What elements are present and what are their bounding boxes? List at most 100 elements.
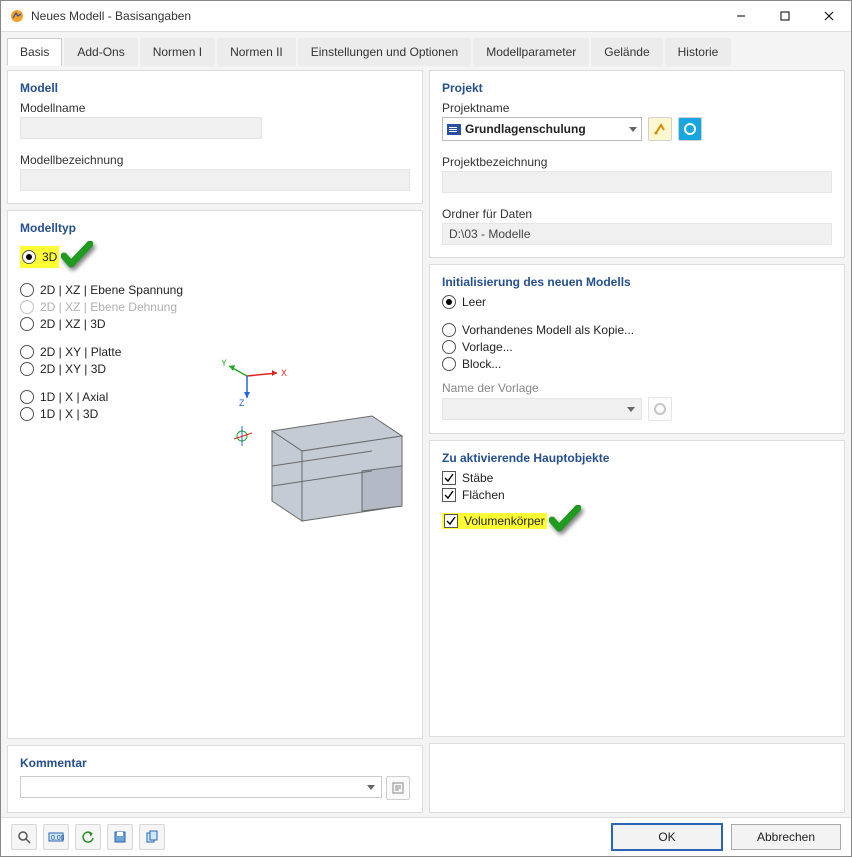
modellbezeichnung-input[interactable] (20, 169, 410, 191)
tool-search-button[interactable] (11, 824, 37, 850)
radio-init-leer[interactable]: Leer (442, 295, 832, 309)
checkbox-label: Volumenkörper (464, 514, 545, 528)
radio-2d-xz-3d[interactable]: 2D | XZ | 3D (20, 317, 410, 331)
template-cloud-button (648, 397, 672, 421)
projektbezeichnung-input[interactable] (442, 171, 832, 193)
tab-einstellungen[interactable]: Einstellungen und Optionen (298, 38, 471, 66)
radio-3d-wrapper: 3D (20, 241, 410, 272)
panel-initialisierung: Initialisierung des neuen Modells Leer V… (429, 264, 845, 434)
modelltyp-illustration: X Y Z (222, 351, 412, 541)
panel-empty-bottom (429, 743, 845, 813)
radio-3d[interactable]: 3D (22, 250, 57, 264)
dialog-footer: 0.00 OK Abbrechen (1, 817, 851, 856)
tool-copy-button[interactable] (139, 824, 165, 850)
checkbox-staebe[interactable]: Stäbe (442, 471, 832, 485)
radio-label: Vorlage... (462, 340, 513, 354)
radio-icon (20, 300, 34, 314)
template-label: Name der Vorlage (442, 381, 832, 395)
minimize-button[interactable] (719, 1, 763, 31)
panel-hauptobjekte: Zu aktivierende Hauptobjekte Stäbe Fläch… (429, 440, 845, 737)
panel-title-kommentar: Kommentar (20, 756, 410, 770)
radio-icon (20, 317, 34, 331)
radio-icon (20, 407, 34, 421)
checkbox-volumenkoerper[interactable]: Volumenkörper (444, 514, 545, 528)
app-window: Neues Modell - Basisangaben Basis Add-On… (0, 0, 852, 857)
panel-title-objects: Zu aktivierende Hauptobjekte (442, 451, 832, 465)
checkbox-icon (442, 471, 456, 485)
checkbox-volumenkoerper-wrapper: Volumenkörper (442, 505, 832, 536)
radio-label: 1D | X | Axial (40, 390, 108, 404)
left-column: Modell Modellname Modellbezeichnung Mode… (7, 70, 423, 813)
window-title: Neues Modell - Basisangaben (31, 9, 719, 23)
chevron-down-icon (629, 127, 637, 132)
radio-label: 1D | X | 3D (40, 407, 98, 421)
panel-title-projekt: Projekt (442, 81, 832, 95)
radio-init-vorlage[interactable]: Vorlage... (442, 340, 832, 354)
checkbox-label: Flächen (462, 488, 505, 502)
right-column: Projekt Projektname Grundlagenschulung (429, 70, 845, 813)
radio-init-kopie[interactable]: Vorhandenes Modell als Kopie... (442, 323, 832, 337)
radio-icon (442, 323, 456, 337)
checkmark-icon (549, 505, 581, 536)
footer-tools: 0.00 (11, 824, 611, 850)
panel-modell: Modell Modellname Modellbezeichnung (7, 70, 423, 204)
radio-label: 2D | XY | 3D (40, 362, 106, 376)
content-columns: Modell Modellname Modellbezeichnung Mode… (7, 70, 845, 813)
cancel-button[interactable]: Abbrechen (731, 824, 841, 850)
radio-icon (20, 362, 34, 376)
radio-label: Block... (462, 357, 501, 371)
radio-init-block[interactable]: Block... (442, 357, 832, 371)
tab-basis[interactable]: Basis (7, 38, 62, 66)
folder-label: Ordner für Daten (442, 207, 832, 221)
svg-text:Z: Z (239, 398, 245, 408)
modellbezeichnung-label: Modellbezeichnung (20, 153, 410, 167)
radio-2d-xz-spannung[interactable]: 2D | XZ | Ebene Spannung (20, 283, 410, 297)
template-select (442, 398, 642, 420)
tab-normen-1[interactable]: Normen I (140, 38, 215, 66)
checkbox-icon (442, 488, 456, 502)
kommentar-input[interactable] (20, 776, 382, 798)
tool-units-button[interactable]: 0.00 (43, 824, 69, 850)
tab-normen-2[interactable]: Normen II (217, 38, 296, 66)
modellname-input[interactable] (20, 117, 262, 139)
dialog-body: Basis Add-Ons Normen I Normen II Einstel… (1, 32, 851, 817)
svg-text:X: X (281, 368, 287, 378)
project-manager-button[interactable] (648, 117, 672, 141)
radio-icon (20, 390, 34, 404)
radio-icon (20, 345, 34, 359)
chevron-down-icon (627, 407, 635, 412)
radio-3d-highlight: 3D (20, 246, 59, 268)
maximize-button[interactable] (763, 1, 807, 31)
projektname-row: Grundlagenschulung (442, 117, 832, 141)
radio-label: Vorhandenes Modell als Kopie... (462, 323, 634, 337)
projektname-select[interactable]: Grundlagenschulung (442, 117, 642, 141)
panel-kommentar: Kommentar (7, 745, 423, 813)
project-cloud-button[interactable] (678, 117, 702, 141)
tab-gelaende[interactable]: Gelände (591, 38, 662, 66)
tool-save-button[interactable] (107, 824, 133, 850)
panel-projekt: Projekt Projektname Grundlagenschulung (429, 70, 845, 258)
close-button[interactable] (807, 1, 851, 31)
panel-title-modelltyp: Modelltyp (20, 221, 410, 235)
tab-historie[interactable]: Historie (665, 38, 732, 66)
ok-button[interactable]: OK (611, 823, 723, 851)
tab-add-ons[interactable]: Add-Ons (64, 38, 137, 66)
checkbox-label: Stäbe (462, 471, 493, 485)
folder-value: D:\03 - Modelle (442, 223, 832, 245)
tool-refresh-button[interactable] (75, 824, 101, 850)
svg-text:0.00: 0.00 (51, 835, 64, 842)
project-icon (447, 124, 461, 135)
projektname-label: Projektname (442, 101, 832, 115)
kommentar-edit-button[interactable] (386, 776, 410, 800)
radio-label: 2D | XZ | Ebene Spannung (40, 283, 183, 297)
radio-icon (442, 340, 456, 354)
checkbox-volumenkoerper-highlight: Volumenkörper (442, 513, 547, 529)
template-row (442, 397, 832, 421)
tab-modellparameter[interactable]: Modellparameter (473, 38, 589, 66)
kommentar-field-row (20, 776, 410, 800)
projektbezeichnung-label: Projektbezeichnung (442, 155, 832, 169)
checkbox-icon (444, 514, 458, 528)
panel-title-init: Initialisierung des neuen Modells (442, 275, 832, 289)
titlebar: Neues Modell - Basisangaben (1, 1, 851, 32)
checkbox-flaechen[interactable]: Flächen (442, 488, 832, 502)
